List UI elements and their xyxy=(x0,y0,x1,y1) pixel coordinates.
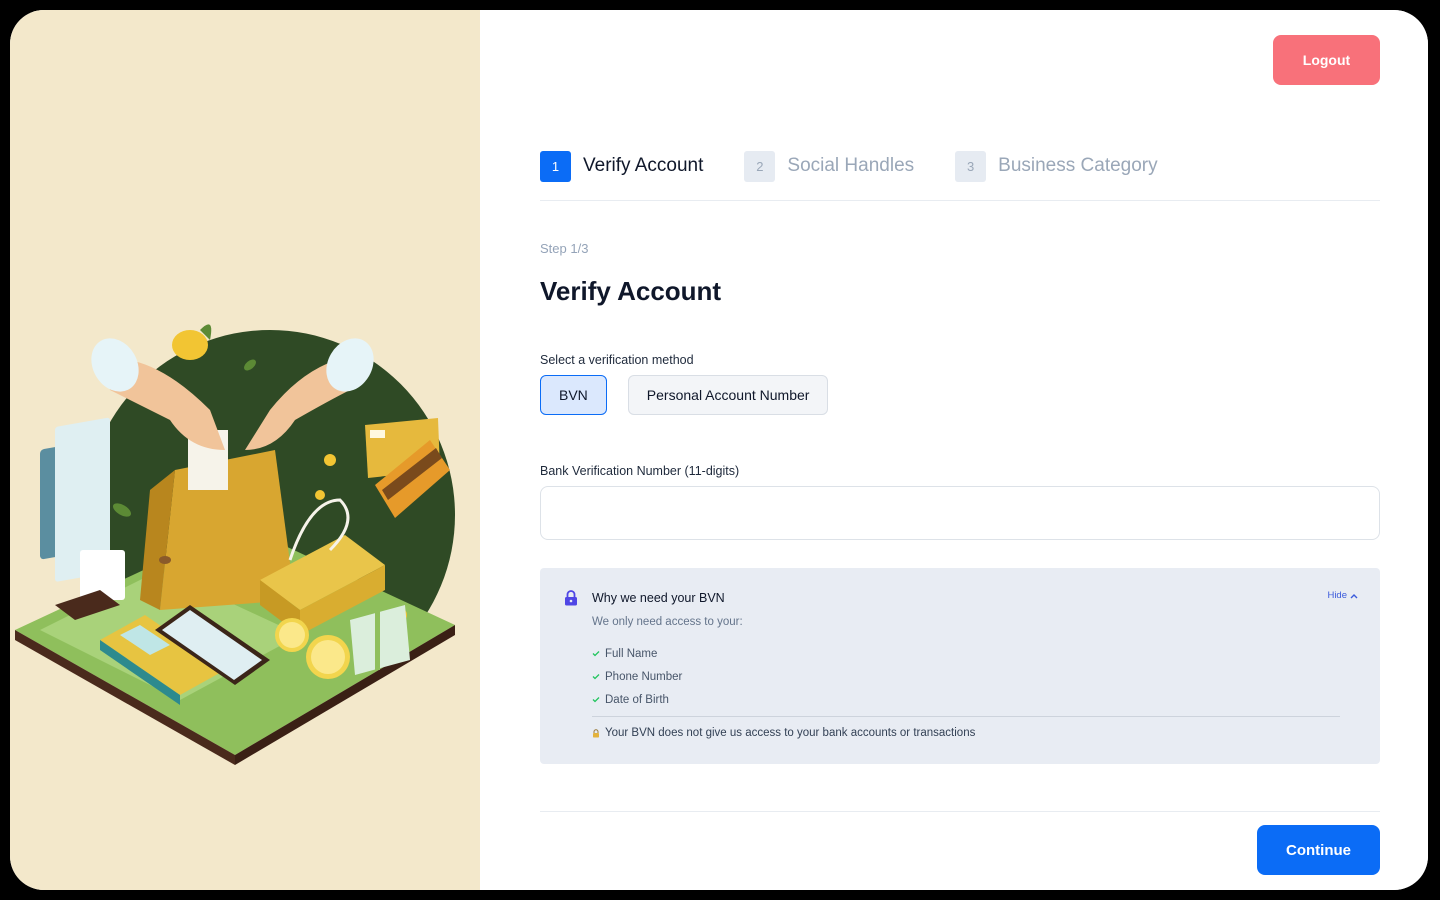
stepper: 1 Verify Account 2 Social Handles 3 Busi… xyxy=(540,150,1199,182)
step-number: 2 xyxy=(744,150,776,182)
screen: Logout 1 Verify Account 2 Social Handles… xyxy=(10,10,1428,890)
chevron-up-icon xyxy=(1350,593,1358,598)
left-panel xyxy=(10,10,480,890)
info-access-list: Full Name Phone Number Date of Birth xyxy=(592,642,682,711)
step-label: Social Handles xyxy=(787,155,915,176)
right-panel: Logout 1 Verify Account 2 Social Handles… xyxy=(480,10,1428,890)
verification-method-label: Select a verification method xyxy=(540,353,694,367)
logout-button[interactable]: Logout xyxy=(1273,35,1380,85)
step-social-handles[interactable]: 2 Social Handles xyxy=(744,150,915,182)
step-label: Business Category xyxy=(998,155,1158,176)
list-item: Date of Birth xyxy=(592,688,682,711)
padlock-emoji-icon xyxy=(593,728,599,737)
list-item-label: Date of Birth xyxy=(605,693,669,706)
step-business-category[interactable]: 3 Business Category xyxy=(955,150,1158,182)
info-divider xyxy=(592,716,1340,717)
device-frame: Logout 1 Verify Account 2 Social Handles… xyxy=(0,0,1440,900)
bvn-info-panel: Why we need your BVN Hide We only need a… xyxy=(540,568,1380,764)
page-title: Verify Account xyxy=(540,276,722,306)
footer-divider xyxy=(540,811,1380,812)
list-item: Phone Number xyxy=(592,665,682,688)
method-bvn-button[interactable]: BVN xyxy=(540,375,607,415)
list-item: Full Name xyxy=(592,642,682,665)
check-icon xyxy=(592,674,600,680)
lock-icon xyxy=(565,590,577,606)
info-title: Why we need your BVN xyxy=(592,591,725,605)
info-note: Your BVN does not give us access to your… xyxy=(592,727,975,739)
method-account-number-button[interactable]: Personal Account Number xyxy=(627,375,829,415)
continue-button[interactable]: Continue xyxy=(1257,825,1380,875)
check-icon xyxy=(592,697,600,703)
check-icon xyxy=(592,651,600,657)
step-number: 1 xyxy=(540,150,571,182)
merchant-illustration xyxy=(15,324,455,765)
list-item-label: Phone Number xyxy=(605,670,683,683)
stepper-divider xyxy=(540,200,1380,201)
step-verify-account[interactable]: 1 Verify Account xyxy=(540,150,704,182)
step-label: Verify Account xyxy=(583,155,704,176)
hide-label: Hide xyxy=(1327,590,1347,601)
bvn-input[interactable] xyxy=(540,486,1380,540)
step-number: 3 xyxy=(955,150,987,182)
step-count: Step 1/3 xyxy=(540,241,589,256)
bvn-field-label: Bank Verification Number (11-digits) xyxy=(540,464,740,478)
list-item-label: Full Name xyxy=(605,647,658,660)
hide-info-toggle[interactable]: Hide xyxy=(1327,590,1358,601)
verification-method-group: BVN Personal Account Number xyxy=(540,375,849,415)
info-note-text: Your BVN does not give us access to your… xyxy=(605,727,976,739)
info-subtitle: We only need access to your: xyxy=(592,616,743,628)
